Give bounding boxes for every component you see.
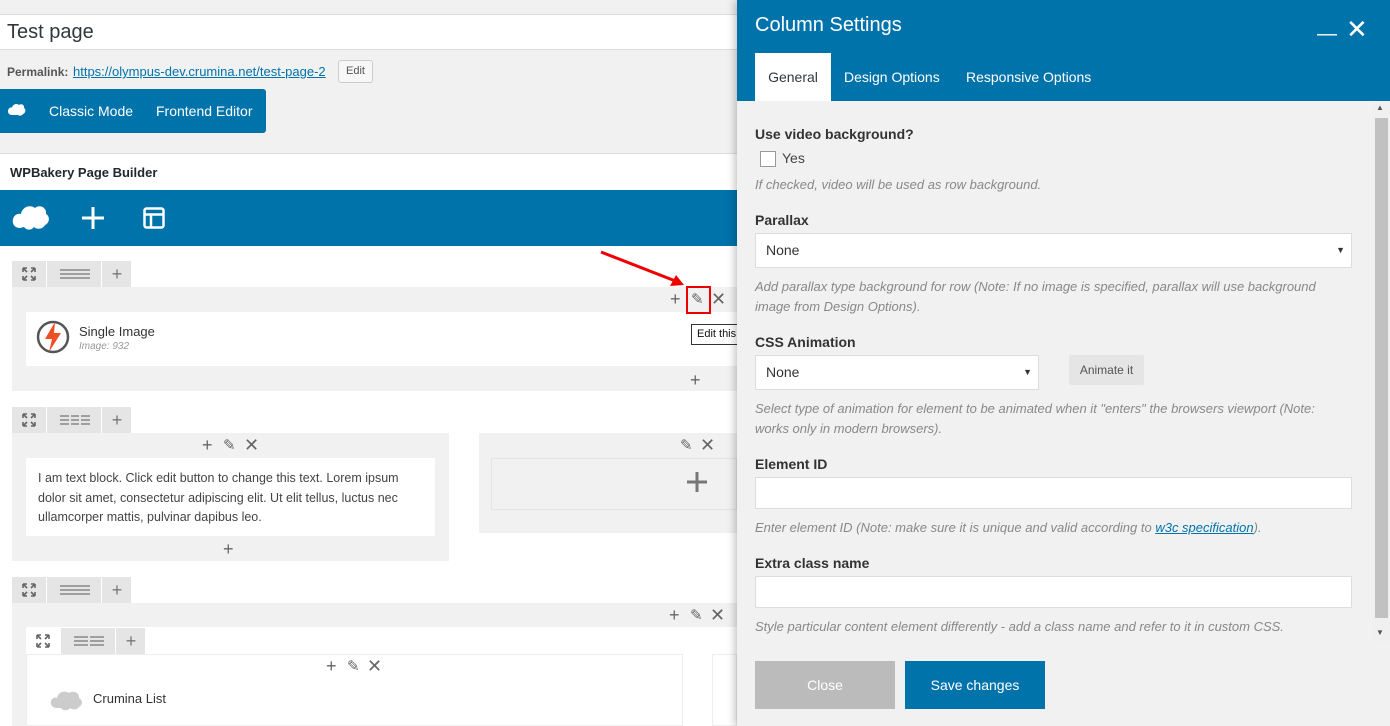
column-append-icon[interactable]: +: [223, 540, 234, 558]
text-block-element[interactable]: I am text block. Click edit button to ch…: [26, 458, 435, 536]
row-controls: +: [12, 407, 131, 433]
video-bg-checkbox[interactable]: [760, 151, 776, 167]
permalink-edit-button[interactable]: Edit: [338, 60, 373, 83]
page-title[interactable]: Test page: [7, 21, 94, 44]
annotation-highlight: [686, 286, 711, 314]
tab-general[interactable]: General: [755, 53, 831, 101]
element-id-input[interactable]: [755, 477, 1352, 509]
w3c-spec-link[interactable]: w3c specification: [1155, 520, 1253, 535]
extra-class-input[interactable]: [755, 576, 1352, 608]
css-animation-help: Select type of animation for element to …: [755, 401, 1315, 436]
inner-column: [712, 654, 737, 726]
column-edit-icon[interactable]: ✎: [223, 438, 236, 454]
row-layout-icon[interactable]: [62, 628, 116, 654]
crumina-list-icon: [50, 688, 84, 715]
row-resize-icon[interactable]: [26, 628, 61, 654]
column-add-icon[interactable]: +: [326, 657, 337, 675]
row-append-icon[interactable]: +: [690, 371, 701, 389]
close-button[interactable]: Close: [755, 661, 895, 709]
column-edit-icon[interactable]: ✎: [680, 438, 693, 454]
row-add-icon[interactable]: +: [103, 407, 131, 433]
row-add-icon[interactable]: +: [103, 261, 131, 287]
extra-class-label: Extra class name: [755, 555, 870, 571]
row-add-icon[interactable]: +: [103, 577, 131, 603]
add-element-icon[interactable]: [685, 470, 709, 497]
row-resize-icon[interactable]: [12, 261, 47, 287]
row-layout-icon[interactable]: [48, 261, 102, 287]
row-controls: +: [12, 577, 131, 603]
row-resize-icon[interactable]: [12, 407, 47, 433]
add-element-icon[interactable]: [81, 206, 105, 233]
chevron-down-icon: ▼: [1023, 367, 1032, 377]
column-delete-icon[interactable]: ✕: [711, 290, 726, 308]
parallax-select-value: None: [766, 242, 800, 258]
wpbakery-navbar: [0, 190, 760, 246]
permalink-link[interactable]: https://olympus-dev.crumina.net/test-pag…: [73, 64, 326, 79]
close-icon[interactable]: ✕: [1346, 14, 1368, 45]
title-field[interactable]: [0, 14, 760, 50]
scroll-down-icon[interactable]: ▼: [1376, 628, 1384, 637]
inner-row-controls: +: [26, 628, 145, 654]
extra-class-help: Style particular content element differe…: [755, 619, 1284, 634]
wpbakery-title: WPBakery Page Builder: [10, 165, 158, 180]
element-id-help: Enter element ID (Note: make sure it is …: [755, 520, 1262, 535]
tab-responsive-options[interactable]: Responsive Options: [966, 53, 1091, 101]
element-title: Single Image: [79, 324, 155, 339]
row-controls: +: [12, 261, 131, 287]
tab-design-options[interactable]: Design Options: [844, 53, 940, 101]
video-bg-help: If checked, video will be used as row ba…: [755, 177, 1042, 192]
column-delete-icon[interactable]: ✕: [700, 436, 715, 454]
modal-title: Column Settings: [755, 14, 902, 36]
parallax-select[interactable]: None ▼: [755, 233, 1352, 268]
parallax-label: Parallax: [755, 212, 809, 228]
column-delete-icon[interactable]: ✕: [244, 436, 259, 454]
css-animation-select[interactable]: None ▼: [755, 355, 1039, 390]
video-bg-option-label[interactable]: Yes: [782, 150, 805, 166]
column-edit-icon[interactable]: ✎: [347, 659, 360, 675]
single-image-element[interactable]: [26, 312, 737, 366]
permalink-label: Permalink:: [7, 65, 69, 79]
column-delete-icon[interactable]: ✕: [367, 657, 382, 675]
element-id-label: Element ID: [755, 456, 828, 472]
chevron-down-icon: ▼: [1336, 245, 1345, 255]
parallax-help: Add parallax type background for row (No…: [755, 279, 1316, 314]
cloud-icon: [8, 103, 26, 120]
scroll-up-icon[interactable]: ▲: [1376, 103, 1384, 112]
frontend-editor-button[interactable]: Frontend Editor: [156, 103, 253, 119]
minimize-icon[interactable]: —: [1317, 23, 1337, 46]
column-add-icon[interactable]: +: [669, 606, 680, 624]
templates-icon[interactable]: [143, 207, 165, 232]
single-image-icon: [36, 320, 70, 357]
column-add-icon[interactable]: +: [202, 436, 213, 454]
column-edit-icon[interactable]: ✎: [690, 608, 703, 624]
css-animation-label: CSS Animation: [755, 334, 856, 350]
wpbakery-logo-icon[interactable]: [12, 202, 50, 235]
scrollbar-thumb[interactable]: [1375, 118, 1388, 618]
classic-mode-button[interactable]: Classic Mode: [49, 103, 133, 119]
row-resize-icon[interactable]: [12, 577, 47, 603]
save-changes-button[interactable]: Save changes: [905, 661, 1045, 709]
row-layout-icon[interactable]: [48, 407, 102, 433]
css-animation-select-value: None: [766, 364, 800, 380]
row-layout-icon[interactable]: [48, 577, 102, 603]
video-bg-label: Use video background?: [755, 126, 914, 142]
element-title: Crumina List: [93, 691, 166, 706]
annotation-arrow-icon: [600, 250, 684, 286]
element-subtitle: Image: 932: [79, 341, 130, 352]
row-add-icon[interactable]: +: [117, 628, 145, 654]
column-delete-icon[interactable]: ✕: [710, 606, 725, 624]
animate-it-button[interactable]: Animate it: [1069, 355, 1144, 385]
